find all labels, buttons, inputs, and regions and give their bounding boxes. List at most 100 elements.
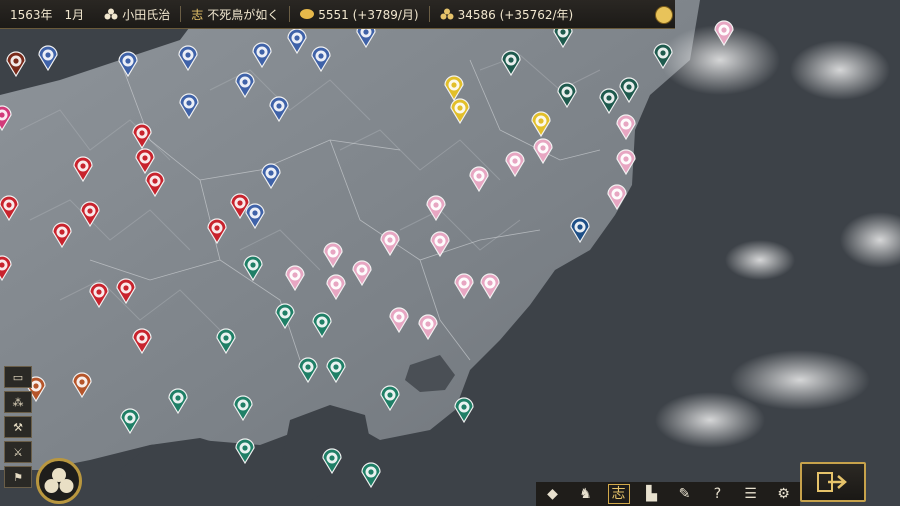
crest-center-icon bbox=[59, 229, 65, 235]
list-button[interactable]: ☰ bbox=[740, 486, 762, 502]
crest-center-icon bbox=[433, 202, 439, 208]
exit-arrow-icon bbox=[817, 472, 847, 492]
crest-center-icon bbox=[333, 281, 339, 287]
crest-center-icon bbox=[152, 178, 158, 184]
crest-center-icon bbox=[214, 225, 220, 231]
crest-center-icon bbox=[252, 210, 258, 216]
menu-circle-icon[interactable] bbox=[655, 6, 673, 24]
bottom-toolbar: ◆ ♞ 志 ▙ ✎? ☰ ⚙ bbox=[536, 482, 800, 506]
rice-text: 34586 (+35762/年) bbox=[457, 7, 574, 22]
date-text: 1563年 1月 bbox=[10, 7, 85, 22]
campaign-map[interactable] bbox=[0, 0, 900, 506]
crest-center-icon bbox=[457, 105, 463, 111]
crest-center-icon bbox=[186, 100, 192, 106]
settings-button[interactable]: ⚙ bbox=[773, 486, 795, 502]
crest-center-icon bbox=[564, 89, 570, 95]
player-clan-name: 小田氏治 bbox=[122, 7, 171, 22]
crest-center-icon bbox=[368, 469, 374, 475]
help-button[interactable]: ? bbox=[707, 486, 729, 502]
clan-crest-icon bbox=[44, 468, 74, 493]
crest-center-icon bbox=[139, 130, 145, 136]
crest-center-icon bbox=[606, 95, 612, 101]
crest-center-icon bbox=[240, 402, 246, 408]
army-tool[interactable]: ⚔ bbox=[4, 441, 32, 463]
crest-center-icon bbox=[387, 237, 393, 243]
status-bar: 1563年 1月 小田氏治 志 不死鳥が如く 5551 (+3789/月) 34… bbox=[0, 0, 675, 29]
crest-center-icon bbox=[461, 280, 467, 286]
crest-center-icon bbox=[538, 118, 544, 124]
crest-center-icon bbox=[476, 173, 482, 179]
crest-center-icon bbox=[614, 191, 620, 197]
gold-segment: 5551 (+3789/月) bbox=[290, 6, 428, 23]
clan-segment: 小田氏治 bbox=[94, 6, 180, 23]
crest-center-icon bbox=[123, 285, 129, 291]
crest-center-icon bbox=[185, 52, 191, 58]
gold-tool[interactable]: ▭ bbox=[4, 366, 32, 388]
gold-text: 5551 (+3789/月) bbox=[318, 7, 419, 22]
crest-center-icon bbox=[268, 170, 274, 176]
crest-center-icon bbox=[6, 202, 12, 208]
crest-center-icon bbox=[461, 404, 467, 410]
crest-center-icon bbox=[363, 29, 369, 35]
crest-center-icon bbox=[329, 455, 335, 461]
crest-center-icon bbox=[142, 155, 148, 161]
clan-crest-button[interactable] bbox=[36, 458, 82, 504]
crest-center-icon bbox=[96, 289, 102, 295]
crest-center-icon bbox=[359, 267, 365, 273]
crest-center-icon bbox=[175, 395, 181, 401]
crest-center-icon bbox=[721, 27, 727, 33]
policy-segment: 志 不死鳥が如く bbox=[181, 6, 289, 23]
diamond-button[interactable]: ◆ bbox=[542, 486, 564, 502]
brush-button[interactable]: ✎ bbox=[674, 486, 696, 502]
crest-center-icon bbox=[80, 163, 86, 169]
crest-center-icon bbox=[276, 103, 282, 109]
crest-center-icon bbox=[294, 35, 300, 41]
flag-tool[interactable]: ⚑ bbox=[4, 466, 32, 488]
crest-center-icon bbox=[623, 121, 629, 127]
end-turn-button[interactable] bbox=[800, 462, 866, 502]
crest-center-icon bbox=[259, 49, 265, 55]
crest-center-icon bbox=[330, 249, 336, 255]
chart-button[interactable]: ▙ bbox=[641, 486, 663, 502]
crest-center-icon bbox=[139, 335, 145, 341]
crest-center-icon bbox=[292, 272, 298, 278]
crest-center-icon bbox=[540, 145, 546, 151]
side-toolbar: ▭ ⁂ ⚒ ⚔ ⚑ bbox=[4, 366, 32, 491]
rice-segment: 34586 (+35762/年) bbox=[430, 6, 584, 23]
crest-center-icon bbox=[660, 50, 666, 56]
policy-button[interactable]: 志 bbox=[607, 484, 630, 504]
crest-center-icon bbox=[437, 238, 443, 244]
crest-center-icon bbox=[242, 445, 248, 451]
crest-center-icon bbox=[250, 262, 256, 268]
crest-center-icon bbox=[451, 82, 457, 88]
rice-icon bbox=[440, 8, 454, 20]
crest-center-icon bbox=[13, 58, 19, 64]
crest-center-icon bbox=[305, 364, 311, 370]
crest-center-icon bbox=[396, 314, 402, 320]
crest-center-icon bbox=[623, 156, 629, 162]
crest-center-icon bbox=[577, 224, 583, 230]
crest-center-icon bbox=[560, 29, 566, 35]
crest-center-icon bbox=[333, 364, 339, 370]
crest-center-icon bbox=[626, 84, 632, 90]
crest-center-icon bbox=[487, 280, 493, 286]
policy-text: 不死鳥が如く bbox=[207, 7, 280, 22]
clan-crest-icon bbox=[104, 8, 118, 20]
build-tool[interactable]: ⚒ bbox=[4, 416, 32, 438]
crest-center-icon bbox=[242, 79, 248, 85]
horse-button[interactable]: ♞ bbox=[575, 486, 597, 502]
crest-center-icon bbox=[79, 379, 85, 385]
date-segment: 1563年 1月 bbox=[0, 6, 94, 23]
crest-center-icon bbox=[318, 53, 324, 59]
policy-icon: 志 bbox=[191, 7, 204, 22]
crest-center-icon bbox=[282, 310, 288, 316]
crest-center-icon bbox=[33, 383, 39, 389]
crest-center-icon bbox=[223, 335, 229, 341]
crest-center-icon bbox=[125, 58, 131, 64]
crest-center-icon bbox=[387, 392, 393, 398]
rice-tool[interactable]: ⁂ bbox=[4, 391, 32, 413]
crest-center-icon bbox=[512, 158, 518, 164]
crest-center-icon bbox=[237, 200, 243, 206]
crest-center-icon bbox=[425, 321, 431, 327]
crest-center-icon bbox=[87, 208, 93, 214]
